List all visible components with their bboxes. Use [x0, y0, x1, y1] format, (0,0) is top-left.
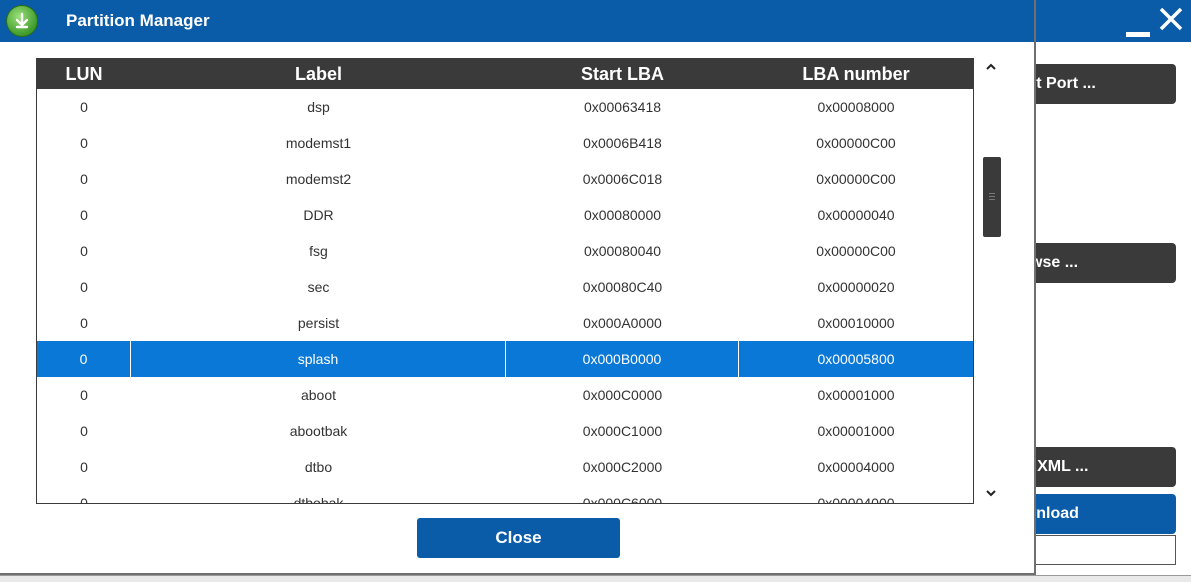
table-header: LUN Label Start LBA LBA number	[37, 59, 973, 89]
dialog-title: Partition Manager	[66, 11, 210, 30]
column-header-lba-number[interactable]: LBA number	[739, 59, 973, 89]
cell-lba-number: 0x00001000	[817, 423, 895, 439]
cell-lun: 0	[80, 279, 88, 295]
cell-lba-number: 0x00000C00	[816, 171, 896, 187]
cell-lba-number: 0x00000C00	[816, 243, 896, 259]
scroll-down-icon[interactable]	[982, 484, 1000, 502]
cell-label: splash	[131, 341, 506, 377]
cell-lba-number: 0x00004000	[817, 459, 895, 475]
cell-start-lba: 0x000C0000	[582, 387, 663, 403]
cell-lba-number: 0x00010000	[817, 315, 895, 331]
scrollbar-grip	[989, 196, 995, 197]
cell-label: sec	[307, 279, 330, 295]
column-header-label[interactable]: Label	[131, 59, 506, 89]
cell-lun: 0	[80, 135, 88, 151]
table-row[interactable]: 0 modemst1 0x0006B418 0x00000C00	[37, 125, 973, 161]
column-header-lun[interactable]: LUN	[37, 59, 131, 89]
cell-lun: 0	[80, 171, 88, 187]
window-close-icon[interactable]	[1158, 6, 1188, 36]
cell-label: abootbak	[289, 423, 348, 439]
cell-start-lba: 0x0006B418	[583, 135, 662, 151]
cell-lun: 0	[80, 99, 88, 115]
table-row[interactable]: 0 dsp 0x00063418 0x00008000	[37, 89, 973, 125]
table-row[interactable]: 0 DDR 0x00080000 0x00000040	[37, 197, 973, 233]
cell-start-lba: 0x000C1000	[582, 423, 663, 439]
main-window-text-field[interactable]	[1034, 535, 1176, 565]
dialog-titlebar: Partition Manager	[0, 0, 1034, 42]
cell-lun: 0	[37, 341, 131, 377]
cell-start-lba: 0x00080000	[583, 207, 662, 223]
cell-label: fsg	[309, 243, 328, 259]
cell-start-lba: 0x000B0000	[506, 341, 739, 377]
table-row[interactable]: 0 dtbobak 0x000C6000 0x00004000	[37, 485, 973, 504]
table-row[interactable]: 0 aboot 0x000C0000 0x00001000	[37, 377, 973, 413]
table-row[interactable]: 0 persist 0x000A0000 0x00010000	[37, 305, 973, 341]
cell-lba-number: 0x00001000	[817, 387, 895, 403]
cell-label: modemst1	[285, 135, 352, 151]
cell-lba-number: 0x00000C00	[816, 135, 896, 151]
scrollbar-grip	[989, 193, 995, 194]
cell-label: DDR	[303, 207, 334, 223]
download-arrow-icon	[6, 5, 38, 37]
cell-label: persist	[297, 315, 340, 331]
minimize-icon[interactable]	[1124, 10, 1154, 40]
cell-label: dtbo	[304, 459, 333, 475]
close-button[interactable]: Close	[417, 518, 620, 558]
cell-label: dsp	[307, 99, 330, 115]
cell-lba-number: 0x00000040	[817, 207, 895, 223]
table-row[interactable]: 0 dtbo 0x000C2000 0x00004000	[37, 449, 973, 485]
cell-lun: 0	[80, 459, 88, 475]
cell-start-lba: 0x000A0000	[583, 315, 662, 331]
cell-start-lba: 0x00080C40	[582, 279, 663, 295]
cell-lun: 0	[80, 495, 88, 504]
cell-start-lba: 0x00080040	[583, 243, 662, 259]
cell-label: modemst2	[285, 171, 352, 187]
partition-table: LUN Label Start LBA LBA number 0 dsp 0x000…	[36, 58, 974, 504]
partition-manager-dialog: Partition Manager LUN Label Start LBA LB…	[0, 0, 1036, 575]
scrollbar-grip	[989, 199, 995, 200]
cell-start-lba: 0x00063418	[583, 99, 662, 115]
table-row[interactable]: 0 abootbak 0x000C1000 0x00001000	[37, 413, 973, 449]
cell-lun: 0	[80, 423, 88, 439]
cell-label: aboot	[300, 387, 337, 403]
scroll-up-icon[interactable]	[982, 58, 1000, 76]
cell-label: dtbobak	[293, 495, 344, 504]
cell-start-lba: 0x000C6000	[582, 495, 663, 504]
cell-lun: 0	[80, 207, 88, 223]
table-row[interactable]: 0 sec 0x00080C40 0x00000020	[37, 269, 973, 305]
cell-lba-number: 0x00005800	[817, 351, 895, 367]
table-row[interactable]: 0 splash 0x000B0000 0x00005800	[37, 341, 973, 377]
cell-start-lba: 0x0006C018	[582, 171, 663, 187]
cell-lba-number: 0x00008000	[817, 99, 895, 115]
cell-lun: 0	[80, 387, 88, 403]
cell-lba-number: 0x00000020	[817, 279, 895, 295]
cell-lun: 0	[80, 315, 88, 331]
table-row[interactable]: 0 fsg 0x00080040 0x00000C00	[37, 233, 973, 269]
column-header-start-lba[interactable]: Start LBA	[506, 59, 739, 89]
table-row[interactable]: 0 modemst2 0x0006C018 0x00000C00	[37, 161, 973, 197]
cell-lba-number: 0x00004000	[817, 495, 895, 504]
cell-lun: 0	[80, 243, 88, 259]
scrollbar-thumb[interactable]	[983, 157, 1001, 237]
cell-start-lba: 0x000C2000	[582, 459, 663, 475]
